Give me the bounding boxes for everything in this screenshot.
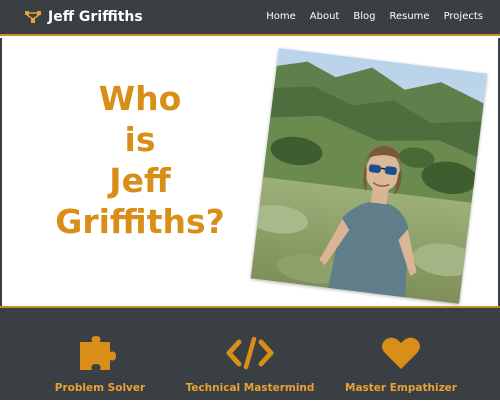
hero-title-line: Griffiths?: [32, 201, 248, 242]
network-nodes-icon: [24, 10, 42, 24]
nav-link-projects[interactable]: Projects: [437, 0, 490, 35]
feature-master-empathizer: Master Empathizer: [318, 308, 484, 402]
hero-title-line: is: [32, 119, 248, 160]
nav-link-home[interactable]: Home: [259, 0, 303, 35]
heart-icon: [381, 334, 421, 372]
profile-photo: [251, 48, 488, 304]
brand-name: Jeff Griffiths: [48, 9, 143, 25]
feature-label: Master Empathizer: [345, 382, 457, 394]
nav-link-blog[interactable]: Blog: [346, 0, 382, 35]
hero-title: Who is Jeff Griffiths?: [32, 78, 248, 242]
feature-label: Technical Mastermind: [186, 382, 315, 394]
nav-link-about[interactable]: About: [303, 0, 347, 35]
top-nav: Jeff Griffiths Home About Blog Resume Pr…: [0, 0, 500, 36]
feature-label: Problem Solver: [55, 382, 145, 394]
nav-link-resume[interactable]: Resume: [382, 0, 436, 35]
nav-links: Home About Blog Resume Projects: [259, 0, 490, 35]
puzzle-piece-icon: [78, 334, 122, 372]
feature-problem-solver: Problem Solver: [17, 308, 183, 402]
code-icon: [226, 334, 274, 372]
brand-home-link[interactable]: Jeff Griffiths: [24, 9, 143, 25]
feature-technical-mastermind: Technical Mastermind: [167, 308, 333, 402]
hero-title-line: Jeff: [32, 160, 248, 201]
hero-section: Who is Jeff Griffiths?: [0, 38, 500, 306]
features-section: Problem Solver Technical Mastermind Mast…: [0, 306, 500, 400]
hero-title-line: Who: [32, 78, 248, 119]
